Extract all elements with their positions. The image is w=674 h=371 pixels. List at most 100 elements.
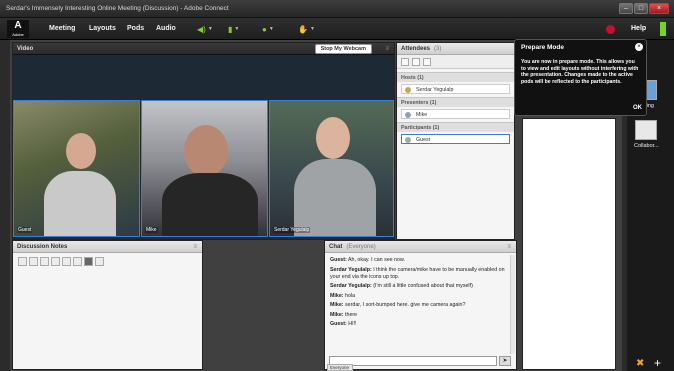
chevron-down-icon: ▼ xyxy=(234,26,240,32)
video-tile-label: Guest xyxy=(17,227,33,233)
attendee-row[interactable]: Guest xyxy=(401,134,510,144)
chat-message: Serdar Yegulalp: I think the camera/mike… xyxy=(330,267,508,281)
popup-title: Prepare Mode xyxy=(521,44,564,51)
user-icon xyxy=(405,87,411,93)
grid-view-icon[interactable] xyxy=(412,58,420,66)
pod-menu-icon[interactable]: ≡ xyxy=(385,46,389,52)
sort-icon[interactable] xyxy=(423,58,431,66)
help-menu[interactable]: Help xyxy=(631,25,646,32)
participant-body xyxy=(294,159,376,236)
video-tile-mike[interactable]: Mike xyxy=(141,100,268,237)
message-author: Mike: xyxy=(330,292,344,299)
group-label: Presenters (1) xyxy=(401,100,437,106)
title-bar: Serdar's Immensely Interesting Online Me… xyxy=(0,0,674,18)
group-presenters[interactable]: Presenters (1) xyxy=(397,97,514,107)
adobe-logo-mark: A xyxy=(14,20,22,31)
menu-audio[interactable]: Audio xyxy=(156,25,176,32)
add-pod-icon[interactable]: + xyxy=(654,356,661,370)
close-icon[interactable]: × xyxy=(635,43,643,51)
message-author: Guest: xyxy=(330,321,347,327)
participant-face xyxy=(184,125,228,177)
notes-pod: Discussion Notes ≡ xyxy=(12,240,203,370)
chat-message: Guest: Ah, okay. I can see now. xyxy=(330,257,508,264)
prepare-mode-popup: × Prepare Mode You are now in prepare mo… xyxy=(514,39,647,116)
tools-icon[interactable]: ✖ xyxy=(636,358,644,369)
chevron-down-icon: ▼ xyxy=(207,26,213,32)
video-tile-guest[interactable]: Guest xyxy=(13,100,140,237)
message-author: Mike: xyxy=(330,302,344,308)
microphone-toggle[interactable]: ▮ ▼ xyxy=(228,22,239,36)
chevron-down-icon: ▼ xyxy=(309,26,315,32)
app-window: Serdar's Immensely Interesting Online Me… xyxy=(0,0,674,371)
ok-button[interactable]: OK xyxy=(633,105,642,111)
video-pod-title: Video xyxy=(17,46,34,52)
chat-message: Mike: serdar, I sort-bumped here. give m… xyxy=(330,302,508,309)
list-view-icon[interactable] xyxy=(401,58,409,66)
attendee-row[interactable]: Mike xyxy=(401,109,510,119)
participant-body xyxy=(44,171,116,236)
menu-pods[interactable]: Pods xyxy=(127,25,144,32)
popup-body: You are now in prepare mode. This allows… xyxy=(521,59,639,85)
chat-input[interactable] xyxy=(329,356,497,366)
chat-pod: Chat (Everyone) ≡ Guest: Ah, okay. I can … xyxy=(324,240,517,370)
record-indicator-icon[interactable] xyxy=(606,25,615,34)
bold-icon[interactable] xyxy=(40,257,49,266)
message-text: (I'm still a little confused about that … xyxy=(373,283,473,289)
attendees-pod-title: Attendees xyxy=(401,46,431,52)
list-icon[interactable] xyxy=(73,257,82,266)
attendee-row[interactable]: Serdar Yegulalp xyxy=(401,84,510,94)
attendee-name: Mike xyxy=(416,112,428,118)
video-pod: Video Stop My Webcam ≡ Guest Mike Serdar… xyxy=(12,42,395,240)
pod-menu-icon[interactable]: ≡ xyxy=(193,244,197,250)
share-pod xyxy=(522,118,616,370)
webcam-icon: ● xyxy=(262,24,267,34)
chat-tab-everyone[interactable]: Everyone xyxy=(327,364,353,371)
chevron-down-icon: ▼ xyxy=(268,26,274,32)
participant-face xyxy=(316,117,350,159)
group-hosts[interactable]: Hosts (1) xyxy=(397,72,514,82)
raise-hand-toggle[interactable]: ✋ ▼ xyxy=(298,22,315,36)
maximize-button[interactable]: □ xyxy=(634,3,648,14)
video-pod-header: Video Stop My Webcam ≡ xyxy=(13,43,394,55)
webcam-toggle[interactable]: ● ▼ xyxy=(262,22,274,36)
chat-message: Guest: HI!! xyxy=(330,321,508,328)
adobe-logo: A Adobe xyxy=(7,20,29,38)
group-label: Hosts (1) xyxy=(401,75,424,81)
pod-menu-icon[interactable]: ≡ xyxy=(507,244,511,250)
color-icon[interactable] xyxy=(84,257,93,266)
notes-pod-title: Discussion Notes xyxy=(17,244,68,250)
participant-face xyxy=(66,133,96,169)
menu-layouts[interactable]: Layouts xyxy=(89,25,116,32)
chat-pod-header: Chat (Everyone) ≡ xyxy=(325,241,516,253)
close-button[interactable]: × xyxy=(649,3,669,14)
message-author: Serdar Yegulalp: xyxy=(330,283,372,289)
stop-webcam-button[interactable]: Stop My Webcam xyxy=(314,44,372,54)
attendee-count: (3) xyxy=(434,46,442,52)
font-icon[interactable] xyxy=(18,257,27,266)
window-title: Serdar's Immensely Interesting Online Me… xyxy=(6,5,229,12)
message-text: hola xyxy=(345,292,356,299)
collaboration-pod-icon[interactable] xyxy=(635,120,657,140)
minimize-button[interactable]: – xyxy=(619,3,633,14)
attendees-pod: Attendees (3) Hosts (1) Serdar Yegulalp P… xyxy=(396,42,515,240)
video-tile-serdar[interactable]: Serdar Yegulalp xyxy=(269,100,394,237)
menu-meeting[interactable]: Meeting xyxy=(49,25,75,32)
group-participants[interactable]: Participants (1) xyxy=(397,122,514,132)
font-size-icon[interactable] xyxy=(29,257,38,266)
notes-toolbar xyxy=(18,257,104,267)
speaker-toggle[interactable]: ◀) ▼ xyxy=(197,22,213,36)
user-icon xyxy=(405,112,411,118)
italic-icon[interactable] xyxy=(51,257,60,266)
group-label: Participants (1) xyxy=(401,125,440,131)
link-icon[interactable] xyxy=(95,257,104,266)
message-text: HI!! xyxy=(348,321,357,327)
chat-scrollbar[interactable] xyxy=(510,255,515,354)
chat-messages: Guest: Ah, okay. I can see now. Serdar Y… xyxy=(330,257,508,353)
send-button[interactable]: ➤ xyxy=(499,356,511,366)
attendees-pod-header: Attendees (3) xyxy=(397,43,514,55)
collaboration-pod-label: Collabor... xyxy=(634,143,659,149)
chat-audience: (Everyone) xyxy=(346,244,376,250)
message-text: there xyxy=(345,311,358,318)
chat-pod-title: Chat xyxy=(329,244,343,250)
underline-icon[interactable] xyxy=(62,257,71,266)
